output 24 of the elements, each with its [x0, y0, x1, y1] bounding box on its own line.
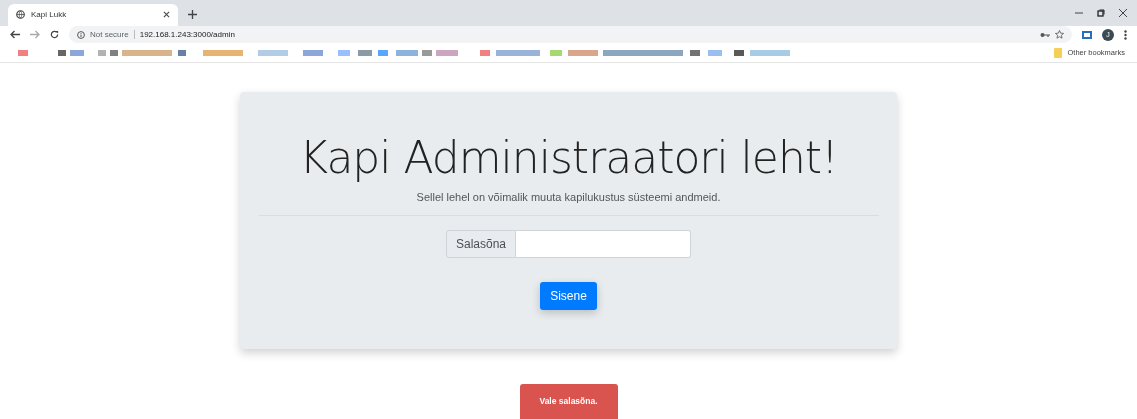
password-label: Salasõna [445, 230, 516, 258]
reload-icon[interactable] [50, 30, 59, 40]
page-title: Kapi Administraatori leht! [299, 132, 838, 183]
info-icon [77, 30, 85, 39]
browser-tab[interactable]: Kapi Lukk [8, 3, 178, 26]
subtitle-text: Sellel lehel on võimalik muuta kapilukustus süsteemi andmeid. [416, 191, 721, 203]
key-icon[interactable] [1040, 31, 1050, 38]
plus-icon[interactable] [188, 9, 197, 19]
close-icon[interactable] [163, 11, 170, 19]
back-arrow-icon[interactable] [10, 30, 20, 40]
security-label: Not secure [90, 30, 135, 40]
menu-icon[interactable] [1124, 29, 1127, 40]
close-icon[interactable] [1119, 8, 1127, 17]
globe-icon [16, 10, 25, 20]
tab-title: Kapi Lukk [31, 10, 68, 20]
login-button[interactable]: Sisene [540, 282, 597, 310]
password-field[interactable] [516, 230, 691, 258]
maximize-icon[interactable] [1097, 8, 1105, 17]
error-alert: Vale salasõna. [519, 384, 618, 419]
folder-icon [1054, 47, 1063, 58]
url-text: 192.168.1.243:3000/admin [139, 30, 235, 40]
extension-icon[interactable] [1082, 30, 1092, 39]
star-icon[interactable] [1055, 30, 1064, 40]
address-bar[interactable]: Not secure 192.168.1.243:3000/admin [69, 26, 1072, 44]
